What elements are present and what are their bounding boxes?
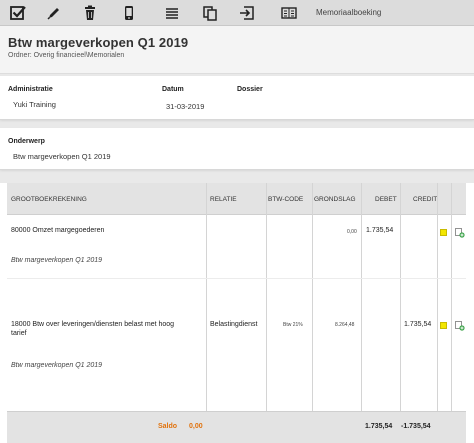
row2-btwcode[interactable]: Btw 21% bbox=[283, 322, 303, 328]
subject-card: Onderwerp Btw margeverkopen Q1 2019 bbox=[0, 128, 474, 170]
table-footer: Saldo 0,00 1.735,54 -1.735,54 bbox=[7, 411, 466, 443]
row-divider bbox=[7, 278, 466, 279]
saldo-label: Saldo bbox=[158, 423, 178, 430]
col-btwcode: BTW-CODE bbox=[268, 196, 304, 203]
row1-debet[interactable]: 1.735,54 bbox=[366, 227, 393, 234]
debet-total: 1.735,54 bbox=[365, 423, 393, 430]
row2-account[interactable]: 18000 Btw over leveringen/diensten belas… bbox=[11, 321, 174, 328]
row1-grondslag: 0,00 bbox=[347, 229, 357, 235]
row2-grondslag: 8.264,48 bbox=[335, 322, 355, 328]
copy-icon[interactable] bbox=[200, 3, 220, 23]
toolbar-title: Memoriaalboeking bbox=[316, 8, 382, 17]
mobile-icon[interactable] bbox=[119, 3, 139, 23]
row1-status-indicator[interactable] bbox=[440, 229, 447, 236]
col-credit: CREDIT bbox=[413, 196, 438, 203]
row1-account[interactable]: 80000 Omzet margegoederen bbox=[11, 227, 104, 234]
datum-label: Datum bbox=[162, 86, 184, 93]
table-header: GROOTBOEKREKENING RELATIE BTW-CODE GROND… bbox=[7, 183, 466, 215]
row2-relatie[interactable]: Belastingdienst bbox=[210, 321, 257, 328]
onderwerp-label: Onderwerp bbox=[8, 138, 45, 145]
checkbox-save-icon[interactable] bbox=[8, 3, 28, 23]
row2-description[interactable]: Btw margeverkopen Q1 2019 bbox=[11, 362, 102, 369]
import-icon[interactable] bbox=[237, 3, 257, 23]
pencil-icon[interactable] bbox=[44, 3, 64, 23]
toolbar: Memoriaalboeking bbox=[0, 0, 474, 26]
row1-add-line-icon[interactable] bbox=[455, 228, 465, 238]
col-debet: DEBET bbox=[375, 196, 397, 203]
page-header: Btw margeverkopen Q1 2019 Ordner: Overig… bbox=[0, 26, 474, 74]
row2-account-line2[interactable]: tarief bbox=[11, 330, 27, 337]
administratie-value[interactable]: Yuki Training bbox=[13, 100, 56, 109]
col-grootboek: GROOTBOEKREKENING bbox=[11, 196, 87, 203]
row2-status-indicator[interactable] bbox=[440, 322, 447, 329]
trash-icon[interactable] bbox=[80, 3, 100, 23]
col-grondslag: GRONDSLAG bbox=[314, 196, 356, 203]
datum-value[interactable]: 31-03-2019 bbox=[166, 102, 204, 111]
row2-credit[interactable]: 1.735,54 bbox=[404, 321, 431, 328]
document-icon[interactable] bbox=[279, 3, 299, 23]
journal-table: GROOTBOEKREKENING RELATIE BTW-CODE GROND… bbox=[0, 183, 474, 443]
saldo-value: 0,00 bbox=[189, 423, 203, 430]
list-icon[interactable] bbox=[162, 3, 182, 23]
col-relatie: RELATIE bbox=[210, 196, 237, 203]
page-title: Btw margeverkopen Q1 2019 bbox=[8, 35, 189, 50]
row1-description[interactable]: Btw margeverkopen Q1 2019 bbox=[11, 257, 102, 264]
administratie-label: Administratie bbox=[8, 86, 53, 93]
entry-meta-card: Administratie Yuki Training Datum 31-03-… bbox=[0, 76, 474, 120]
credit-total: -1.735,54 bbox=[401, 423, 431, 430]
dossier-label: Dossier bbox=[237, 86, 263, 93]
row2-add-line-icon[interactable] bbox=[455, 321, 465, 331]
onderwerp-value[interactable]: Btw margeverkopen Q1 2019 bbox=[13, 152, 111, 161]
folder-path: Ordner: Overig financieel\Memorialen bbox=[8, 52, 125, 59]
